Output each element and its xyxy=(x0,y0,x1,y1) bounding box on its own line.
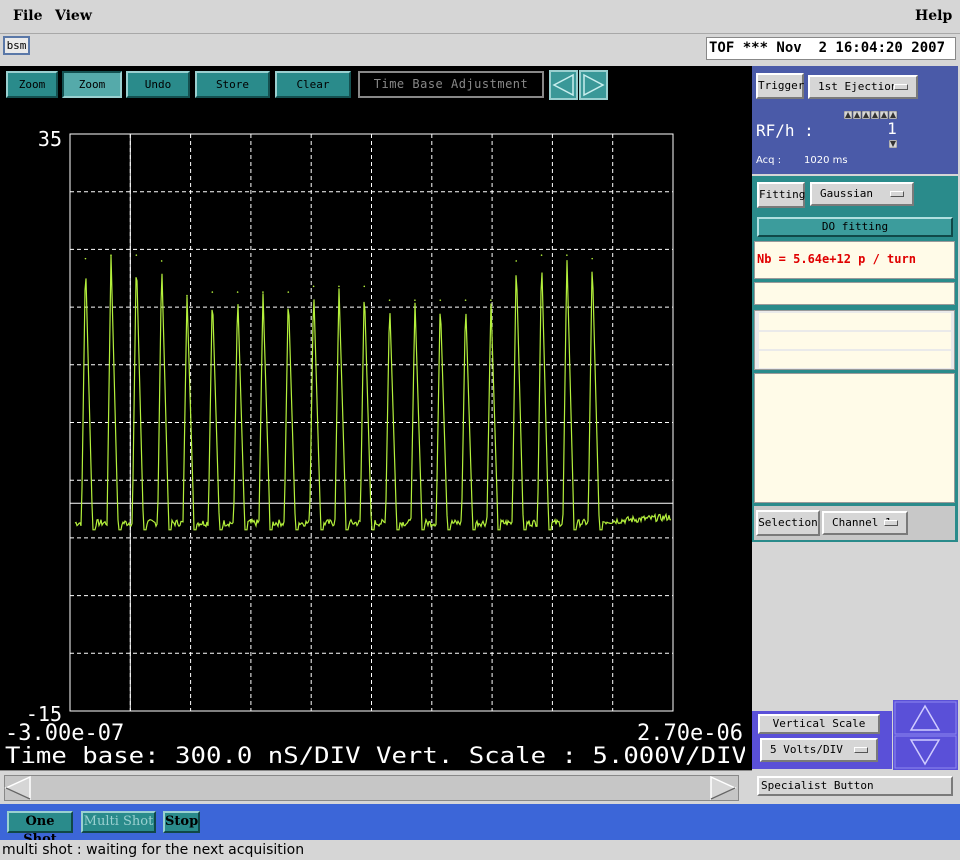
vertical-scale-panel: Vertical Scale 5 Volts/DIV xyxy=(752,711,892,769)
result-list-item xyxy=(759,351,951,368)
option-menu-icon xyxy=(854,747,868,753)
triangle-right-icon xyxy=(583,73,605,97)
trigger-select[interactable]: 1st Ejection xyxy=(808,75,918,99)
pulse-peak xyxy=(591,257,593,260)
fitting-panel: Fitting Gaussian DO fitting Nb = 5.64e+1… xyxy=(752,176,958,542)
pulse-peak xyxy=(135,254,138,256)
menu-help[interactable]: Help xyxy=(915,8,952,24)
pulse-peak xyxy=(464,299,467,301)
result-field-2 xyxy=(754,282,955,305)
scale-down-icon[interactable] xyxy=(894,735,957,769)
pulse-peak xyxy=(515,260,518,262)
waveform-svg: 35-15-3.00e-07 2.70e-06Time base: 300.0 n… xyxy=(5,127,747,769)
waveform-trace xyxy=(74,255,672,531)
menu-view[interactable]: View xyxy=(55,8,92,24)
pulse-peak xyxy=(262,291,264,293)
scroll-right-icon[interactable] xyxy=(709,775,737,801)
channel-select[interactable]: Channel 1 xyxy=(822,511,908,535)
waveform-chart[interactable]: 35 -15 -3.00e-07 2.70e-06 Time base: 300.0 n… xyxy=(3,127,747,769)
arrow-up-icons xyxy=(843,110,898,120)
option-menu-icon xyxy=(884,520,898,526)
pulse-peak xyxy=(312,285,315,288)
datetime-display: TOF *** Nov 2 16:04:20 2007 xyxy=(706,37,956,60)
x-end-label: 2.70e-06 xyxy=(637,721,743,746)
pulse-peak xyxy=(160,260,163,262)
scale-arrows-svg xyxy=(894,701,957,769)
arrow-down-icon[interactable] xyxy=(889,140,897,148)
fitting-select-value: Gaussian xyxy=(820,187,873,200)
app-tag[interactable]: bsm xyxy=(3,36,30,55)
pulse-peak xyxy=(287,291,290,293)
option-menu-icon xyxy=(890,191,904,197)
horizontal-scrollbar[interactable] xyxy=(0,770,752,802)
rfh-value[interactable]: 1 xyxy=(882,119,902,138)
vertical-scale-select[interactable]: 5 Volts/DIV xyxy=(760,738,878,762)
pulse-peak xyxy=(363,285,366,288)
x-start-label: -3.00e-07 xyxy=(5,721,124,746)
pulse-peak xyxy=(186,294,188,297)
pulse-peak xyxy=(540,254,543,256)
specialist-button[interactable]: Specialist Button xyxy=(757,776,953,796)
y-top-label: 35 xyxy=(38,128,62,151)
result-list xyxy=(754,310,955,370)
fitting-label: Fitting xyxy=(757,182,805,208)
undo-zoom-button[interactable]: Undo Zoom xyxy=(126,71,190,114)
fitting-select[interactable]: Gaussian xyxy=(810,182,914,206)
channel-select-value: Channel 1 xyxy=(832,516,892,529)
fit-output-area xyxy=(754,373,955,503)
trigger-panel: Trigger 1st Ejection RF/h : 1 Acq : 1020… xyxy=(752,66,958,174)
pulse-peak xyxy=(338,285,340,288)
multi-shot-button[interactable]: Multi Shot xyxy=(81,811,156,833)
menubar: File View Help xyxy=(0,0,960,34)
scroll-left-icon[interactable] xyxy=(4,775,32,801)
status-text: multi shot : waiting for the next acquis… xyxy=(2,842,305,858)
pulse-peak xyxy=(490,299,492,301)
pulse-peak xyxy=(414,299,416,301)
time-base-right-button[interactable] xyxy=(579,70,608,100)
vertical-scale-arrows xyxy=(893,700,958,770)
stop-button[interactable]: Stop xyxy=(163,811,200,833)
do-fitting-button[interactable]: DO fitting xyxy=(757,217,953,237)
pulse-peak xyxy=(236,291,239,293)
acq-value: 1020 ms xyxy=(804,155,848,166)
option-menu-icon xyxy=(894,84,908,90)
pulse-peak xyxy=(388,299,391,301)
store-trace-button[interactable]: Store Trace xyxy=(195,71,270,114)
scrollbar-track[interactable] xyxy=(4,775,739,801)
acq-label: Acq : xyxy=(756,155,782,166)
zoom-in-button[interactable]: Zoom In xyxy=(6,71,58,114)
status-bar: multi shot : waiting for the next acquis… xyxy=(0,840,960,860)
fitting-result-box: Nb = 5.64e+12 p / turn xyxy=(754,241,955,279)
triangle-left-icon xyxy=(552,73,574,97)
zoom-out-button[interactable]: Zoom Out xyxy=(62,71,122,114)
rfh-label: RF/h : xyxy=(756,121,814,140)
vertical-scale-value: 5 Volts/DIV xyxy=(770,743,843,756)
time-base-left-button[interactable] xyxy=(549,70,578,100)
pulse-peak xyxy=(84,257,87,260)
vertical-scale-label: Vertical Scale xyxy=(758,714,880,734)
time-base-adjustment-label: Time Base Adjustment xyxy=(358,71,544,98)
pulse-peak xyxy=(439,299,442,301)
result-list-item xyxy=(759,332,951,349)
clear-trace-button[interactable]: Clear Trace xyxy=(275,71,351,114)
pulse-peak xyxy=(110,254,112,256)
pulse-peak xyxy=(566,254,568,256)
chart-footer: Time base: 300.0 nS/DIV Vert. Scale : 5.… xyxy=(5,744,745,768)
menu-file[interactable]: File xyxy=(13,8,42,24)
trigger-label: Trigger xyxy=(756,73,804,99)
one-shot-button[interactable]: One Shot xyxy=(7,811,73,847)
fitting-result-text: Nb = 5.64e+12 p / turn xyxy=(757,252,916,266)
scale-up-icon[interactable] xyxy=(894,701,957,735)
pulse-peak xyxy=(211,291,214,293)
selection-label: Selection xyxy=(756,510,820,536)
selection-row: Selection Channel 1 xyxy=(754,506,955,540)
trigger-select-value: 1st Ejection xyxy=(818,80,898,93)
result-list-item xyxy=(759,313,951,330)
